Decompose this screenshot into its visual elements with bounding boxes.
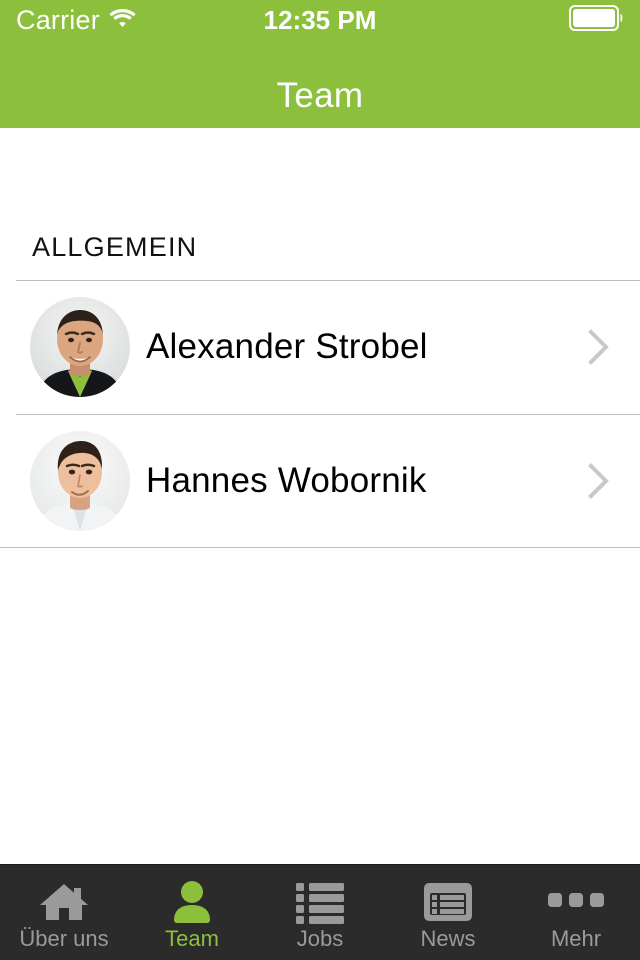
home-icon xyxy=(38,880,90,924)
table-row[interactable]: Alexander Strobel xyxy=(0,280,640,414)
tab-mehr[interactable]: Mehr xyxy=(512,865,640,960)
table-row[interactable]: Hannes Wobornik xyxy=(0,414,640,548)
clock-label: 12:35 PM xyxy=(263,5,377,35)
list-bottom-separator xyxy=(0,547,640,548)
status-bar-right xyxy=(569,4,624,36)
news-panel-icon xyxy=(423,880,473,924)
person-icon xyxy=(168,880,216,924)
row-separator xyxy=(16,280,640,281)
content-area: ALLGEMEIN Alexander Strobel Hannes Wobor… xyxy=(0,128,640,864)
tab-label: Team xyxy=(165,925,219,951)
section-header-allgemein: ALLGEMEIN xyxy=(32,232,198,262)
page-title: Team xyxy=(276,76,364,115)
team-list: Alexander Strobel Hannes Wobornik xyxy=(0,280,640,548)
row-separator xyxy=(16,414,640,415)
avatar xyxy=(30,431,130,531)
tab-jobs[interactable]: Jobs xyxy=(256,865,384,960)
portrait-man-dark-jacket-green-shirt xyxy=(30,297,130,397)
chevron-right-icon[interactable] xyxy=(588,463,610,499)
status-bar: Carrier 12:35 PM xyxy=(0,0,640,40)
tab-news[interactable]: News xyxy=(384,865,512,960)
tab-team[interactable]: Team xyxy=(128,865,256,960)
tab-label: News xyxy=(420,925,476,951)
avatar xyxy=(30,297,130,397)
table-row-label: Alexander Strobel xyxy=(146,327,428,366)
tab-bar: Über uns Team Jobs News Mehr xyxy=(0,864,640,960)
chevron-right-icon[interactable] xyxy=(588,329,610,365)
tab-label: Über uns xyxy=(19,925,109,951)
portrait-man-white-shirt xyxy=(30,431,130,531)
app-screen: Team Carrier 12:35 PM ALLGEMEIN Alexande… xyxy=(0,0,640,960)
tab-label: Jobs xyxy=(296,925,344,951)
table-row-label: Hannes Wobornik xyxy=(146,461,427,500)
battery-full-icon xyxy=(569,4,624,36)
tab-label: Mehr xyxy=(550,925,602,951)
ellipsis-icon xyxy=(548,880,604,924)
tab-uber-uns[interactable]: Über uns xyxy=(0,865,128,960)
bulleted-list-icon xyxy=(295,880,345,924)
